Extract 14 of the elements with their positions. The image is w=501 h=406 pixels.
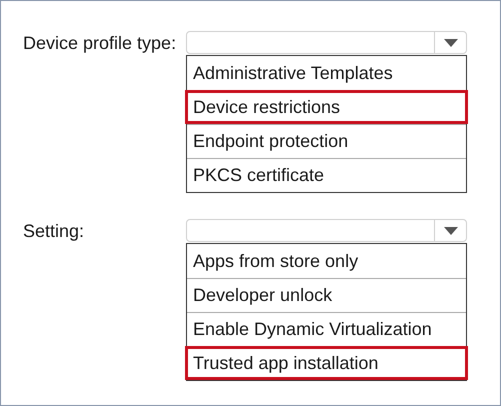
dropdown-option[interactable]: PKCS certificate: [187, 158, 466, 192]
dropdown-arrow-icon: [444, 38, 458, 46]
dropdown-option[interactable]: Enable Dynamic Virtualization: [187, 312, 466, 346]
dropdown-option[interactable]: Administrative Templates: [187, 56, 466, 90]
dropdown-field[interactable]: [186, 219, 467, 242]
dropdown-option[interactable]: Trusted app installation: [185, 346, 468, 380]
dropdown-field[interactable]: [186, 31, 467, 54]
dropdown-option[interactable]: Device restrictions: [185, 90, 468, 124]
dropdown-option[interactable]: Developer unlock: [187, 278, 466, 312]
field-label: Setting:: [22, 220, 86, 243]
dropdown-option[interactable]: Apps from store only: [187, 244, 466, 278]
field-label: Device profile type:: [22, 32, 178, 55]
dropdown-arrow-icon: [444, 226, 458, 234]
dropdown-option[interactable]: Endpoint protection: [187, 124, 466, 158]
